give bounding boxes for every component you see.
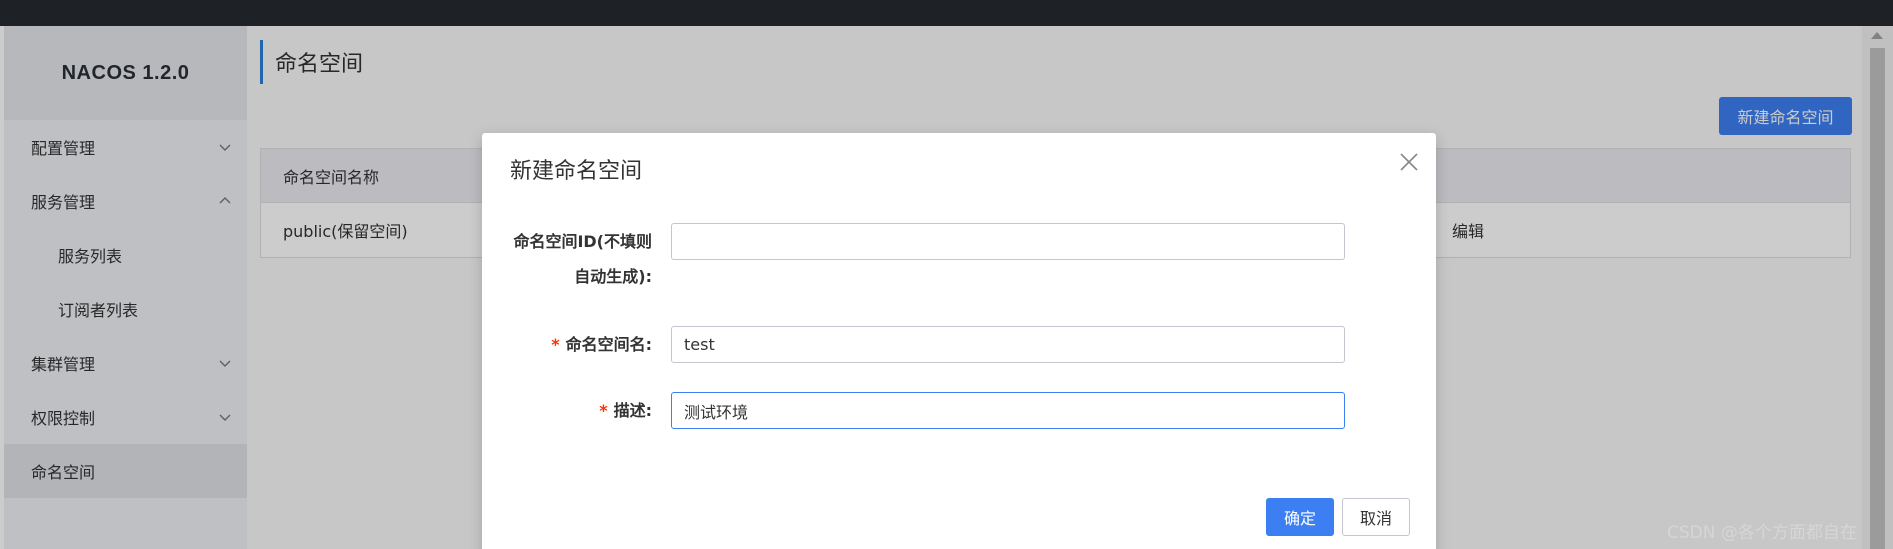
namespace-name-input[interactable]: test [671, 326, 1345, 363]
namespace-id-label: 命名空间ID(不填则 自动生成): [513, 232, 652, 286]
namespace-id-input[interactable] [671, 223, 1345, 260]
watermark: CSDN @各个方面都自在 [1667, 523, 1857, 543]
dialog-title: 新建命名空间 [510, 159, 643, 184]
new-namespace-dialog: 新建命名空间 命名空间ID(不填则 自动生成): * 命名空间名: test * 描… [482, 133, 1436, 549]
cancel-button[interactable]: 取消 [1342, 498, 1410, 536]
confirm-button[interactable]: 确定 [1266, 498, 1334, 536]
required-mark: * [599, 401, 608, 420]
namespace-name-label: * 命名空间名: [551, 335, 652, 354]
required-mark: * [551, 335, 560, 354]
description-label: * 描述: [599, 401, 652, 420]
description-input[interactable]: 测试环境 [671, 392, 1345, 429]
close-icon[interactable] [1398, 151, 1420, 173]
